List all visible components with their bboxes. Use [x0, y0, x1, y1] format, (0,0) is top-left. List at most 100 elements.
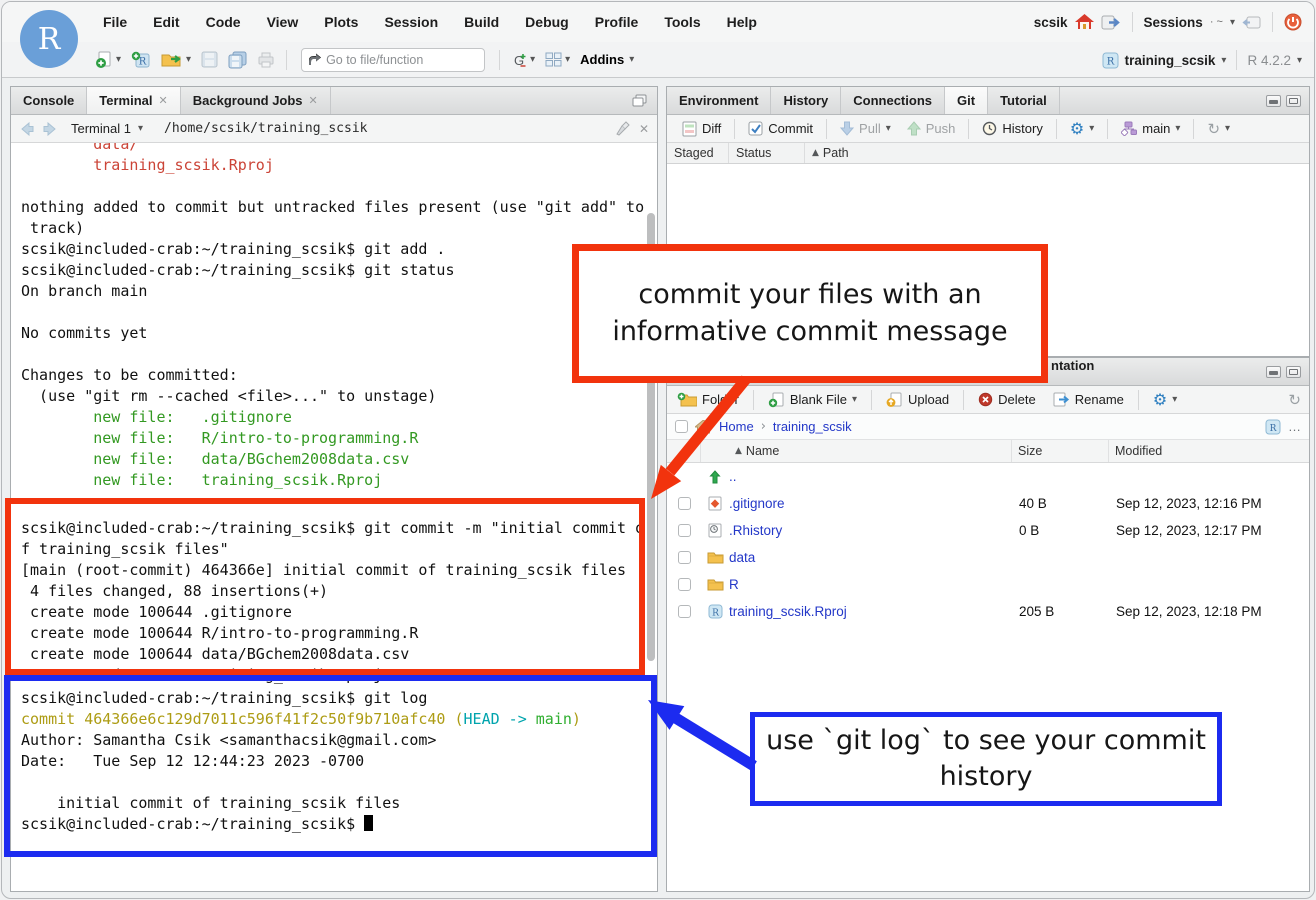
file-name-link[interactable]: data — [729, 550, 1012, 565]
file-name-link[interactable]: .. — [729, 469, 1012, 484]
menu-edit[interactable]: Edit — [140, 14, 192, 30]
rstudio-window: R File Edit Code View Plots Session Buil… — [1, 1, 1315, 899]
print-button[interactable] — [254, 50, 278, 70]
tab-presentation-partial[interactable]: ntation — [1047, 358, 1098, 373]
clear-broom-icon[interactable] — [616, 121, 632, 136]
chevron-down-icon[interactable]: ▾ — [1297, 55, 1302, 66]
chevron-down-icon[interactable]: ▾ — [1221, 55, 1226, 66]
menu-session[interactable]: Session — [371, 14, 451, 30]
file-checkbox[interactable] — [678, 524, 691, 537]
new-project-button[interactable]: R — [128, 49, 154, 71]
panes-layout-button[interactable]: ▾ — [542, 50, 573, 69]
tab-environment[interactable]: Environment — [667, 87, 771, 114]
breadcrumb-more[interactable]: … — [1288, 419, 1301, 434]
tab-connections[interactable]: Connections — [841, 87, 945, 114]
open-file-button[interactable]: ▾ — [158, 49, 194, 70]
breadcrumb-current[interactable]: training_scsik — [773, 419, 852, 434]
maximize-icon[interactable] — [1286, 95, 1301, 107]
diff-button[interactable]: Diff — [675, 121, 728, 137]
tab-background-jobs[interactable]: Background Jobs ✕ — [181, 87, 331, 114]
file-name-link[interactable]: training_scsik.Rproj — [729, 604, 1012, 619]
terminal-line: scsik@included-crab:~/training_scsik$ gi… — [21, 688, 657, 709]
files-settings-button[interactable]: ⚙ ▾ — [1146, 390, 1184, 409]
power-icon[interactable] — [1284, 13, 1302, 31]
blank-file-button[interactable]: Blank File ▾ — [761, 392, 864, 408]
column-size[interactable]: Size — [1012, 440, 1109, 462]
home-icon[interactable] — [1075, 14, 1094, 30]
git-dropdown-button[interactable]: G ▾ — [508, 49, 538, 71]
terminal-line — [21, 491, 657, 512]
refresh-icon: ↻ — [1207, 120, 1220, 138]
save-all-button[interactable] — [225, 49, 250, 71]
upload-label: Upload — [908, 392, 949, 407]
tab-git[interactable]: Git — [945, 87, 988, 114]
tab-console[interactable]: Console — [11, 87, 87, 114]
rename-button[interactable]: Rename — [1046, 392, 1131, 407]
tab-terminal[interactable]: Terminal✕ — [87, 87, 180, 114]
file-name-link[interactable]: .gitignore — [729, 496, 1012, 511]
sign-out-icon[interactable] — [1101, 15, 1121, 30]
column-path[interactable]: ▲Path — [805, 143, 1309, 163]
goto-file-function-input[interactable] — [326, 53, 466, 67]
menu-file[interactable]: File — [90, 14, 140, 30]
column-name[interactable]: ▲Name — [729, 440, 1012, 462]
tab-background-jobs-label: Background Jobs — [193, 93, 303, 108]
file-name-link[interactable]: .Rhistory — [729, 523, 1012, 538]
new-file-button[interactable]: ▾ — [92, 49, 124, 71]
refresh-button[interactable]: ↻ ▾ — [1200, 120, 1237, 138]
save-button[interactable] — [198, 49, 221, 70]
push-button[interactable]: Push — [900, 121, 963, 136]
forward-icon[interactable] — [42, 122, 58, 136]
menu-code[interactable]: Code — [193, 14, 254, 30]
addins-dropdown[interactable]: Addins ▾ — [577, 50, 637, 69]
divider — [871, 390, 872, 410]
minimize-icon[interactable] — [1266, 366, 1281, 378]
terminal-output[interactable]: data/ training_scsik.Rprojnothing added … — [11, 143, 657, 891]
select-all-checkbox[interactable] — [675, 420, 688, 433]
upload-icon — [886, 392, 903, 408]
menu-build[interactable]: Build — [451, 14, 512, 30]
new-session-icon[interactable] — [1242, 15, 1261, 29]
column-status[interactable]: Status — [729, 143, 805, 163]
menu-view[interactable]: View — [254, 14, 312, 30]
history-button[interactable]: History — [975, 121, 1049, 136]
delete-button[interactable]: Delete — [971, 392, 1043, 407]
maximize-icon[interactable] — [1286, 366, 1301, 378]
chevron-down-icon[interactable]: ▾ — [138, 123, 143, 134]
minimize-icon[interactable] — [1266, 95, 1281, 107]
menu-help[interactable]: Help — [714, 14, 770, 30]
file-checkbox[interactable] — [678, 551, 691, 564]
breadcrumb-home[interactable]: Home — [719, 419, 754, 434]
column-modified[interactable]: Modified — [1109, 440, 1309, 462]
pull-button[interactable]: Pull ▾ — [833, 121, 898, 136]
back-icon[interactable] — [19, 122, 35, 136]
file-checkbox[interactable] — [678, 497, 691, 510]
chevron-down-icon[interactable]: ▾ — [1230, 17, 1235, 28]
popout-icon[interactable] — [632, 94, 647, 107]
git-settings-button[interactable]: ⚙ ▾ — [1063, 119, 1101, 138]
menu-profile[interactable]: Profile — [582, 14, 652, 30]
file-name-link[interactable]: R — [729, 577, 1012, 592]
rproject-cube-icon[interactable]: R — [1265, 419, 1281, 435]
terminal-selector[interactable]: Terminal 1 — [71, 121, 131, 136]
close-terminal-icon[interactable]: ✕ — [639, 122, 649, 136]
sessions-label[interactable]: Sessions — [1144, 15, 1203, 30]
upload-button[interactable]: Upload — [879, 392, 956, 408]
close-icon[interactable]: ✕ — [309, 94, 318, 107]
branch-button[interactable]: main ▾ — [1114, 121, 1187, 136]
menu-tools[interactable]: Tools — [651, 14, 713, 30]
menu-plots[interactable]: Plots — [311, 14, 371, 30]
commit-button[interactable]: Commit — [741, 121, 820, 136]
tab-history[interactable]: History — [771, 87, 841, 114]
project-switcher[interactable]: training_scsik — [1125, 53, 1216, 68]
tab-tutorial[interactable]: Tutorial — [988, 87, 1060, 114]
menu-debug[interactable]: Debug — [512, 14, 582, 30]
file-checkbox[interactable] — [678, 578, 691, 591]
file-checkbox[interactable] — [678, 605, 691, 618]
file-row: data — [667, 544, 1309, 571]
refresh-icon[interactable]: ↻ — [1288, 391, 1301, 409]
new-folder-button[interactable]: Folder — [675, 392, 746, 407]
close-icon[interactable]: ✕ — [159, 94, 168, 107]
column-staged[interactable]: Staged — [667, 143, 729, 163]
r-version-label[interactable]: R 4.2.2 — [1247, 53, 1291, 68]
